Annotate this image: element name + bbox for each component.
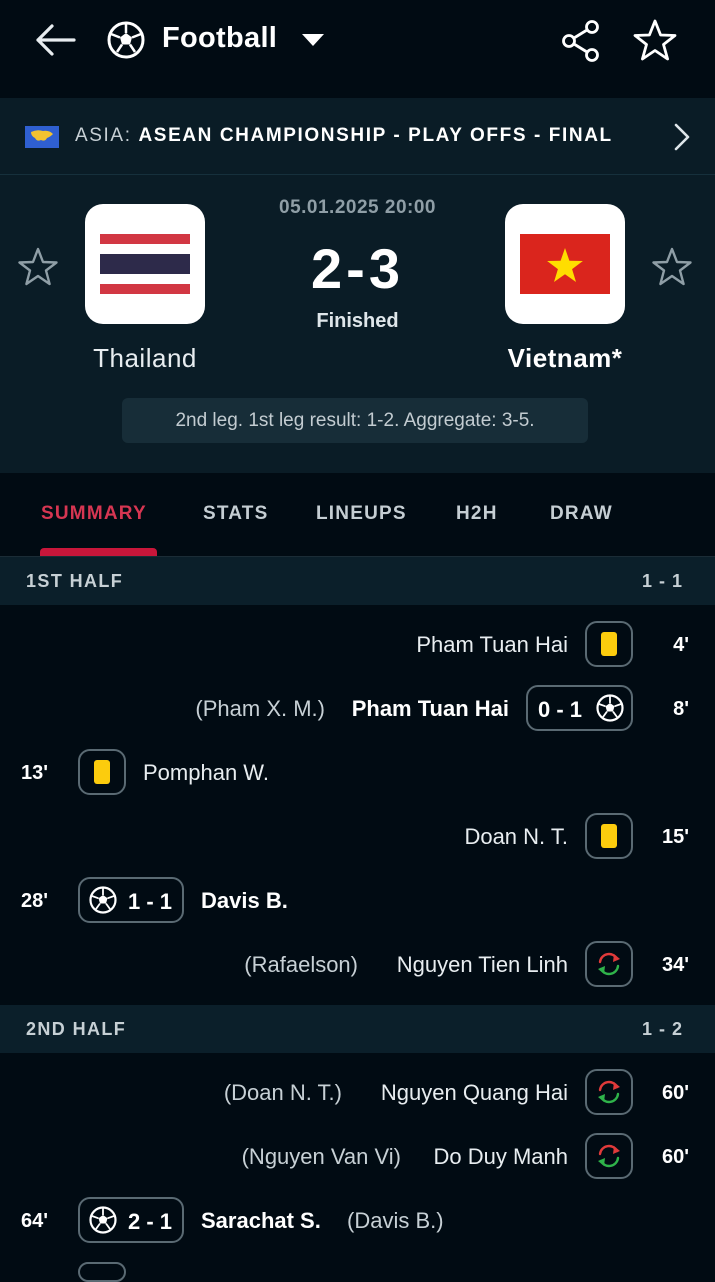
yellow-card-icon bbox=[94, 760, 110, 784]
event-score: 0 - 1 bbox=[538, 697, 583, 722]
event-player[interactable]: Nguyen Quang Hai bbox=[381, 1080, 568, 1106]
event-score: 2 - 1 bbox=[128, 1209, 173, 1234]
first-half-label: 1ST HALF bbox=[26, 571, 124, 591]
event-minute: 4' bbox=[673, 634, 689, 656]
event-minute: 60' bbox=[661, 1082, 689, 1104]
league-competition: ASEAN CHAMPIONSHIP - PLAY OFFS - FINAL bbox=[138, 125, 613, 146]
away-star-icon[interactable] bbox=[651, 246, 693, 288]
aggregate-note: 2nd leg. 1st leg result: 1-2. Aggregate:… bbox=[122, 398, 588, 443]
chevron-right-icon[interactable] bbox=[672, 122, 692, 152]
event-minute: 34' bbox=[661, 954, 689, 976]
event-minute: 64' bbox=[21, 1210, 49, 1232]
home-star-icon[interactable] bbox=[17, 246, 59, 288]
tab-summary[interactable]: SUMMARY bbox=[41, 503, 147, 525]
event-icon-box bbox=[585, 621, 633, 667]
tab-lineups[interactable]: LINEUPS bbox=[316, 503, 407, 525]
league-name[interactable]: ASIA: ASEAN CHAMPIONSHIP - PLAY OFFS - F… bbox=[75, 125, 613, 147]
event-icon-box bbox=[585, 941, 633, 987]
event-goal-box: 1 - 1 bbox=[78, 877, 184, 923]
event-minute: 60' bbox=[661, 1146, 689, 1168]
event-minute: 13' bbox=[21, 762, 49, 784]
share-icon[interactable] bbox=[560, 18, 602, 64]
event-player[interactable]: Doan N. T. bbox=[464, 824, 568, 850]
event-icon-box bbox=[78, 749, 126, 795]
event-player[interactable]: Nguyen Tien Linh bbox=[397, 952, 568, 978]
event-assist[interactable]: (Davis B.) bbox=[347, 1208, 444, 1234]
soccer-ball-icon bbox=[596, 694, 624, 722]
substitution-icon bbox=[598, 952, 620, 976]
substitution-icon bbox=[598, 1080, 620, 1104]
soccer-ball-icon bbox=[89, 1206, 117, 1234]
league-country: ASIA: bbox=[75, 125, 132, 146]
soccer-ball-icon bbox=[89, 886, 117, 914]
event-icon-box bbox=[585, 1069, 633, 1115]
vietnam-flag bbox=[520, 234, 610, 294]
event-assist[interactable]: (Rafaelson) bbox=[244, 952, 358, 978]
event-player[interactable]: Pomphan W. bbox=[143, 760, 269, 786]
substitution-icon bbox=[598, 1144, 620, 1168]
yellow-card-icon bbox=[601, 632, 617, 656]
event-goal-box: 2 - 1 bbox=[78, 1197, 184, 1243]
event-player[interactable]: Sarachat S. bbox=[201, 1208, 321, 1234]
tab-draw[interactable]: DRAW bbox=[550, 503, 613, 525]
event-assist[interactable]: (Pham X. M.) bbox=[195, 696, 325, 722]
thailand-flag bbox=[100, 234, 190, 294]
first-half-score: 1 - 1 bbox=[641, 571, 683, 591]
event-icon-box bbox=[78, 1262, 126, 1282]
event-icon-box bbox=[585, 1133, 633, 1179]
soccer-ball-icon[interactable] bbox=[106, 20, 146, 60]
event-player[interactable]: Pham Tuan Hai bbox=[416, 632, 568, 658]
sport-title[interactable]: Football bbox=[162, 22, 277, 55]
event-assist[interactable]: (Doan N. T.) bbox=[224, 1080, 342, 1106]
home-team-name[interactable]: Thailand bbox=[35, 343, 255, 374]
event-assist[interactable]: (Nguyen Van Vi) bbox=[242, 1144, 401, 1170]
event-minute: 8' bbox=[673, 698, 689, 720]
tab-stats[interactable]: STATS bbox=[203, 503, 268, 525]
tab-h2h[interactable]: H2H bbox=[456, 503, 498, 525]
yellow-card-icon bbox=[601, 824, 617, 848]
second-half-score: 1 - 2 bbox=[641, 1019, 683, 1039]
event-score: 1 - 1 bbox=[128, 889, 173, 914]
arrow-left-icon[interactable] bbox=[30, 18, 78, 62]
event-minute: 15' bbox=[661, 826, 689, 848]
caret-down-icon[interactable] bbox=[300, 30, 326, 50]
event-goal-box: 0 - 1 bbox=[526, 685, 633, 731]
event-icon-box bbox=[585, 813, 633, 859]
asia-flag-icon bbox=[25, 126, 59, 148]
event-minute: 28' bbox=[21, 890, 49, 912]
second-half-label: 2ND HALF bbox=[26, 1019, 127, 1039]
star-outline-icon[interactable] bbox=[632, 18, 678, 64]
away-team-name[interactable]: Vietnam* bbox=[455, 343, 675, 374]
active-tab-indicator bbox=[40, 548, 157, 556]
event-player[interactable]: Do Duy Manh bbox=[433, 1144, 568, 1170]
away-team-logo[interactable] bbox=[505, 204, 625, 324]
event-player[interactable]: Pham Tuan Hai bbox=[352, 696, 509, 722]
home-team-logo[interactable] bbox=[85, 204, 205, 324]
event-player[interactable]: Davis B. bbox=[201, 888, 288, 914]
